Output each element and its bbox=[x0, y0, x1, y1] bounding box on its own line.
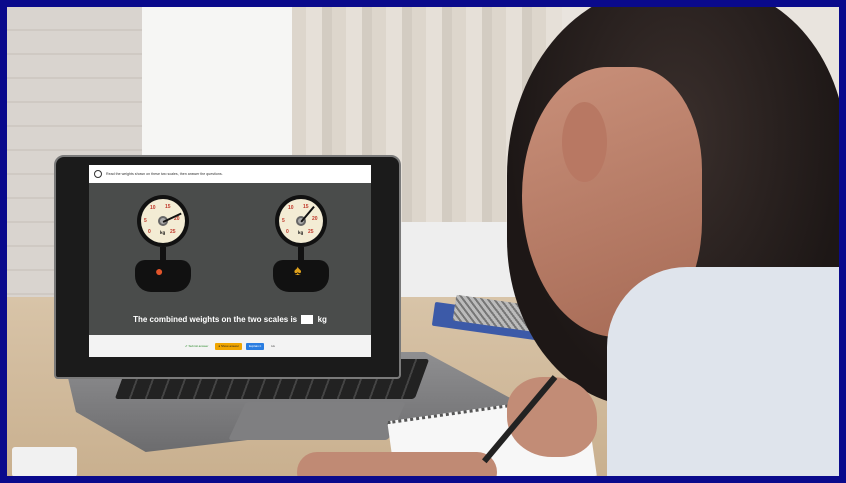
tick-label: 25 bbox=[308, 229, 314, 235]
scale-stem bbox=[298, 247, 304, 261]
dial-face: 0 5 10 15 20 25 kg bbox=[279, 199, 323, 243]
extra-button[interactable]: Hs bbox=[268, 343, 278, 350]
right-scale-bowl: ♠ bbox=[273, 260, 329, 292]
action-bar: ✔ Submit answer ● Show answer Explain it… bbox=[89, 335, 371, 357]
unit-label: kg bbox=[160, 230, 166, 235]
tick-label: 5 bbox=[282, 218, 285, 224]
tick-label: 15 bbox=[165, 204, 171, 210]
unit-label: kg bbox=[298, 230, 304, 235]
photo-frame: Read the weights shown on these two scal… bbox=[7, 7, 839, 476]
show-answer-button[interactable]: ● Show answer bbox=[215, 342, 242, 350]
tick-label: 10 bbox=[288, 205, 294, 211]
person-arm bbox=[297, 452, 497, 476]
question-header: Read the weights shown on these two scal… bbox=[89, 165, 371, 183]
tick-label: 5 bbox=[144, 218, 147, 224]
pineapple-icon: ♠ bbox=[294, 262, 302, 278]
tick-label: 20 bbox=[312, 216, 318, 222]
eraser bbox=[12, 447, 77, 476]
tick-label: 0 bbox=[286, 229, 289, 235]
app-logo-icon bbox=[94, 170, 102, 178]
question-prompt: Read the weights shown on these two scal… bbox=[106, 172, 223, 176]
scale-stem bbox=[160, 247, 166, 261]
right-scale-dial: 0 5 10 15 20 25 kg bbox=[275, 195, 327, 247]
question-text: The combined weights on the two scales i… bbox=[133, 315, 298, 324]
laptop-trackpad bbox=[228, 402, 406, 440]
tick-label: 10 bbox=[150, 205, 156, 211]
question-unit: kg bbox=[317, 315, 327, 324]
submit-answer-button[interactable]: ✔ Submit answer bbox=[182, 343, 211, 350]
tomato-icon: ● bbox=[155, 263, 164, 279]
explain-button[interactable]: Explain it bbox=[246, 342, 265, 350]
scales-illustration: 0 5 10 15 20 25 kg ● 0 5 10 15 20 25 kg … bbox=[89, 190, 371, 310]
tick-label: 25 bbox=[170, 229, 176, 235]
dial-face: 0 5 10 15 20 25 kg bbox=[141, 199, 185, 243]
person-shirt bbox=[607, 267, 839, 476]
answer-input[interactable] bbox=[301, 315, 314, 325]
window bbox=[142, 7, 302, 157]
laptop-screen: Read the weights shown on these two scal… bbox=[89, 165, 371, 357]
left-scale-bowl: ● bbox=[135, 260, 191, 292]
tick-label: 0 bbox=[148, 229, 151, 235]
question-line: The combined weights on the two scales i… bbox=[89, 315, 371, 325]
tick-label: 15 bbox=[303, 204, 309, 210]
left-scale-dial: 0 5 10 15 20 25 kg bbox=[137, 195, 189, 247]
person-ear bbox=[562, 102, 607, 182]
